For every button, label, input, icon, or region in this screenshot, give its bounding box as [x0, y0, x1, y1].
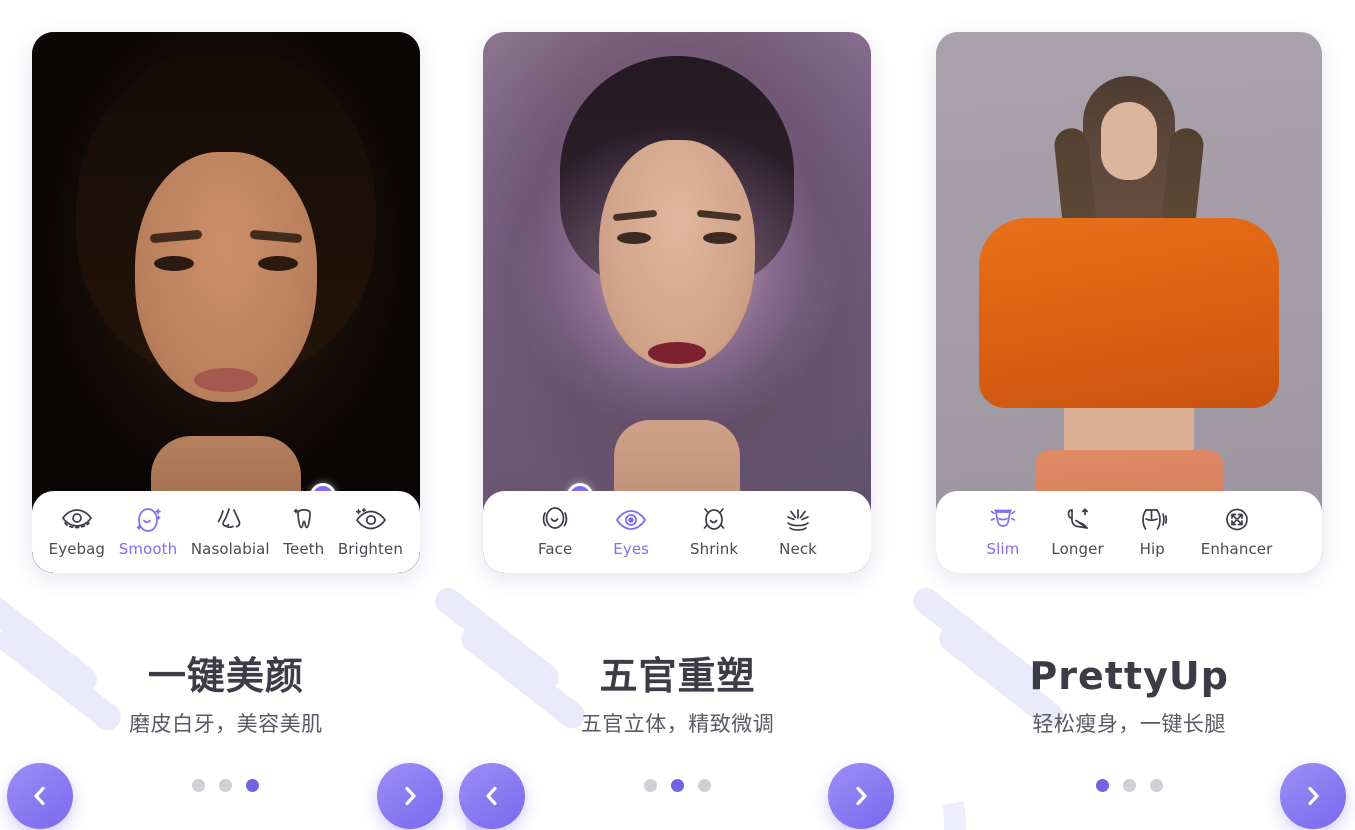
- tool-label: Eyebag: [48, 539, 106, 558]
- chevron-right-icon: [398, 784, 422, 808]
- tool-eyes[interactable]: Eyes: [613, 507, 649, 558]
- tool-bar: Face Eyes Shrink Neck: [483, 491, 872, 573]
- photo-face: [599, 140, 756, 368]
- brighten-icon: [353, 507, 387, 533]
- dot[interactable]: [643, 779, 657, 792]
- smooth-icon: [131, 507, 165, 533]
- photo-eye-left: [617, 232, 652, 244]
- neck-icon: [781, 507, 815, 533]
- photo-face: [134, 152, 317, 402]
- teeth-icon: [287, 507, 321, 533]
- tool-slim[interactable]: Slim: [986, 507, 1020, 558]
- tool-bar: Eyebag Smooth Nasolabial Teeth Brighten: [31, 491, 420, 573]
- dot[interactable]: [192, 779, 206, 792]
- panel-prettyup: Slim Longer Hip Enhancer PrettyUp 轻松瘦身，一…: [903, 0, 1355, 830]
- prev-button[interactable]: [7, 763, 73, 829]
- panel-title: PrettyUp: [1029, 654, 1229, 698]
- preview-card: Face Eyes Shrink Neck: [483, 32, 872, 573]
- tool-hip[interactable]: Hip: [1135, 507, 1169, 558]
- tool-label: Neck: [779, 539, 817, 558]
- enhancer-icon: [1220, 507, 1254, 533]
- caption: PrettyUp 轻松瘦身，一键长腿: [903, 654, 1355, 738]
- tool-nasolabial[interactable]: Nasolabial: [191, 507, 270, 558]
- dot[interactable]: [670, 779, 684, 792]
- panel-subtitle: 磨皮白牙，美容美肌: [129, 711, 323, 736]
- tool-label: Face: [537, 539, 573, 558]
- photo-lips: [193, 368, 258, 392]
- photo-eye-right: [703, 232, 738, 244]
- panel-subtitle: 轻松瘦身，一键长腿: [1032, 711, 1226, 736]
- next-button[interactable]: [1279, 763, 1346, 829]
- hip-icon: [1135, 507, 1169, 533]
- caption: 五官重塑 五官立体，精致微调: [452, 654, 904, 738]
- tool-longer[interactable]: Longer: [1051, 507, 1104, 558]
- caption: 一键美颜 磨皮白牙，美容美肌: [0, 654, 452, 738]
- dot[interactable]: [1095, 779, 1109, 792]
- tool-shrink[interactable]: Shrink: [690, 507, 738, 558]
- longer-icon: [1061, 507, 1095, 533]
- photo-face: [1101, 102, 1158, 180]
- eyes-icon: [614, 507, 648, 533]
- shrink-icon: [697, 507, 731, 533]
- tool-label: Slim: [986, 539, 1020, 558]
- tool-label: Eyes: [613, 539, 650, 558]
- chevron-right-icon: [849, 784, 873, 808]
- tool-label: Enhancer: [1200, 539, 1273, 558]
- dot[interactable]: [697, 779, 711, 792]
- tool-label: Hip: [1139, 539, 1165, 558]
- tool-label: Nasolabial: [190, 539, 270, 558]
- tool-label: Smooth: [118, 539, 178, 558]
- face-icon: [538, 506, 572, 533]
- next-button[interactable]: [828, 763, 895, 829]
- tool-label: Longer: [1051, 539, 1104, 558]
- panel-reshape: Face Eyes Shrink Neck 五官重塑 五官立体，精致微调: [452, 0, 904, 830]
- tool-label: Brighten: [337, 539, 403, 558]
- photo-lips: [648, 342, 707, 364]
- tool-enhancer[interactable]: Enhancer: [1201, 507, 1273, 558]
- dot[interactable]: [219, 779, 233, 792]
- photo-sweater: [979, 218, 1280, 408]
- dot[interactable]: [1149, 779, 1163, 792]
- chevron-right-icon: [1301, 784, 1325, 808]
- tool-bar: Slim Longer Hip Enhancer: [936, 491, 1323, 573]
- dot[interactable]: [246, 779, 260, 792]
- preview-card: Slim Longer Hip Enhancer: [936, 32, 1323, 573]
- tool-brighten[interactable]: Brighten: [338, 507, 403, 558]
- panel-title: 五官重塑: [599, 654, 756, 698]
- panel-title: 一键美颜: [147, 654, 304, 698]
- photo-eye-right: [257, 256, 298, 271]
- panel-subtitle: 五官立体，精致微调: [580, 711, 775, 736]
- preview-card: Eyebag Smooth Nasolabial Teeth Brighten: [31, 32, 420, 573]
- chevron-left-icon: [480, 784, 504, 808]
- tool-smooth[interactable]: Smooth: [119, 507, 177, 558]
- nasolabial-icon: [213, 507, 247, 533]
- dot[interactable]: [1122, 779, 1136, 792]
- tool-label: Teeth: [283, 539, 325, 558]
- chevron-left-icon: [28, 784, 52, 808]
- panel-beauty: Eyebag Smooth Nasolabial Teeth Brighten …: [0, 0, 452, 830]
- carousel-stage: Eyebag Smooth Nasolabial Teeth Brighten …: [0, 0, 1355, 830]
- prev-button[interactable]: [458, 763, 525, 829]
- tool-face[interactable]: Face: [537, 506, 573, 558]
- tool-teeth[interactable]: Teeth: [283, 507, 324, 558]
- next-button[interactable]: [376, 763, 443, 829]
- slim-icon: [986, 507, 1020, 533]
- tool-neck[interactable]: Neck: [779, 507, 817, 558]
- tool-eyebag[interactable]: Eyebag: [49, 507, 105, 558]
- photo-eye-left: [153, 256, 194, 271]
- eyebag-icon: [60, 507, 94, 533]
- tool-label: Shrink: [690, 539, 739, 558]
